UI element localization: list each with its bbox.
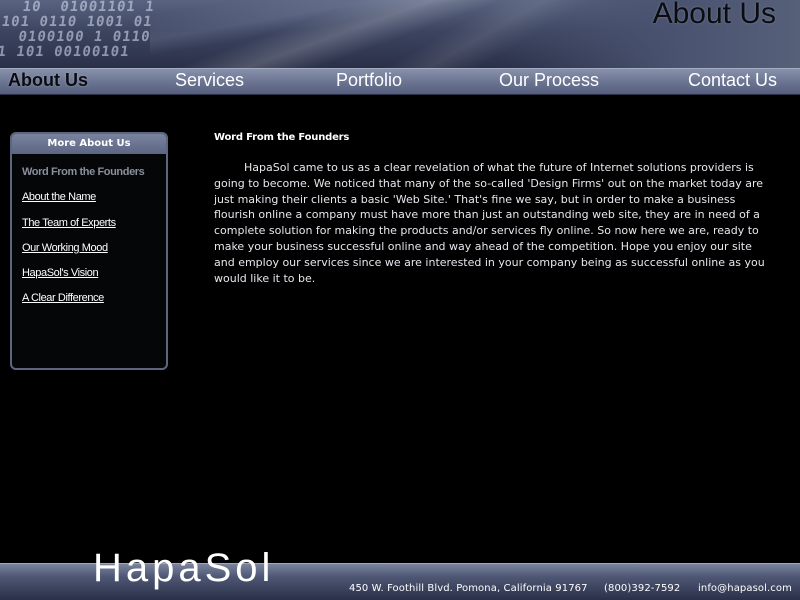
footer-email[interactable]: info@hapasol.com — [698, 583, 792, 594]
nav-our-process[interactable]: Our Process — [499, 70, 599, 91]
main-content: Word From the Founders HapaSol came to u… — [214, 132, 774, 286]
sidebar-item-clear-difference[interactable]: A Clear Difference — [22, 292, 166, 317]
sidebar-title: More About Us — [12, 134, 166, 154]
sidebar-link-vision[interactable]: HapaSol's Vision — [22, 267, 99, 279]
nav-portfolio[interactable]: Portfolio — [336, 70, 402, 91]
sidebar-link-team-of-experts[interactable]: The Team of Experts — [22, 217, 116, 229]
sidebar-item-vision[interactable]: HapaSol's Vision — [22, 267, 166, 292]
sidebar-list: Word From the Founders About the Name Th… — [12, 154, 166, 318]
page-title: About Us — [652, 0, 776, 30]
brand-logo-text: HapaSol — [93, 546, 275, 590]
section-heading: Word From the Founders — [214, 132, 350, 143]
nav-about-us[interactable]: About Us — [8, 70, 88, 91]
sidebar-link-working-mood[interactable]: Our Working Mood — [22, 242, 108, 254]
sidebar-panel: More About Us Word From the Founders Abo… — [10, 132, 168, 370]
sidebar-item-word-from-founders: Word From the Founders — [22, 166, 166, 191]
sidebar-item-about-the-name[interactable]: About the Name — [22, 191, 166, 216]
nav-contact-us[interactable]: Contact Us — [688, 70, 777, 91]
sidebar-item-team-of-experts[interactable]: The Team of Experts — [22, 217, 166, 242]
footer-address: 450 W. Foothill Blvd. Pomona, California… — [349, 583, 588, 594]
header-banner: 10 01001101 1 101 0110 1001 01 0100100 1… — [0, 0, 800, 68]
sidebar-link-clear-difference[interactable]: A Clear Difference — [22, 292, 104, 304]
sidebar-item-working-mood[interactable]: Our Working Mood — [22, 242, 166, 267]
founders-paragraph: HapaSol came to us as a clear revelation… — [214, 161, 765, 285]
sidebar-link-about-the-name[interactable]: About the Name — [22, 191, 96, 203]
main-nav: About Us Services Portfolio Our Process … — [0, 68, 800, 95]
footer-phone: (800)392-7592 — [604, 583, 681, 594]
sidebar-item-label: Word From the Founders — [22, 166, 145, 178]
nav-services[interactable]: Services — [175, 70, 244, 91]
